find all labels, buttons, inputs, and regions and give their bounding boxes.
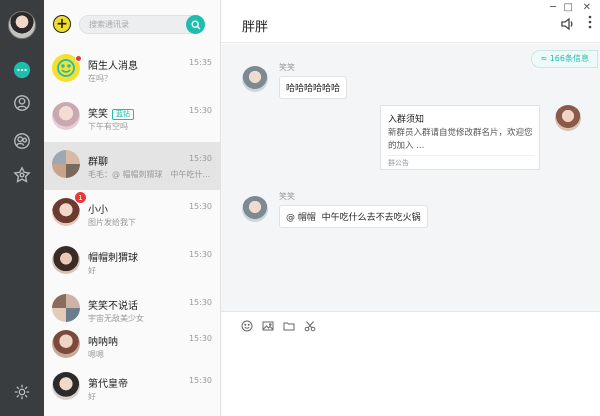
chat-panel: 胖胖 ─ □ ✕ ≈ 166条信息 笑笑 哈哈哈哈哈哈 入群须知 新群员入群请自… — [221, 0, 600, 416]
list-toolbar: + — [44, 0, 220, 46]
contact-name: 陌生人消息 — [88, 61, 138, 72]
sender-avatar[interactable] — [242, 196, 268, 222]
message-time: 15:35 — [188, 58, 212, 67]
list-item[interactable]: 陌生人消息 在吗？ 15:35 — [44, 46, 220, 94]
last-message: 图片发给我下 — [88, 218, 136, 227]
notice-title: 入群须知 — [388, 115, 425, 125]
message-time: 15:30 — [188, 334, 212, 343]
list-item[interactable]: 笑笑 蓝钻 下午有空吗 15:30 — [44, 94, 220, 142]
list-item[interactable]: 群聊 毛毛：@ 帽帽刺猬球 中午吃什... 15:30 — [44, 142, 220, 190]
vip-badge: 蓝钻 — [112, 109, 134, 120]
announcement-icon[interactable] — [561, 17, 574, 33]
contact-name: 笑笑不说话 — [88, 301, 138, 312]
contact-name: 笑笑 蓝钻 — [88, 105, 134, 120]
settings-flower-icon[interactable] — [12, 165, 32, 185]
more-icon[interactable] — [588, 15, 592, 32]
minimize-button[interactable]: ─ — [550, 3, 556, 13]
contact-name: 第代皇帝 — [88, 379, 128, 390]
sender-avatar[interactable] — [555, 105, 581, 131]
list-item[interactable]: 1 小小 图片发给我下 15:30 — [44, 190, 220, 238]
avatar — [52, 102, 80, 130]
chat-header: 胖胖 ─ □ ✕ — [221, 0, 600, 43]
group-avatar — [52, 150, 80, 178]
last-message: 嗯嗯 — [88, 350, 104, 359]
list-item[interactable]: 第代皇帝 好 15:30 — [44, 364, 220, 412]
unread-count-pill[interactable]: ≈ 166条信息 — [531, 50, 598, 68]
list-item[interactable]: 呐呐呐 嗯嗯 15:30 — [44, 322, 220, 370]
group-notice-card[interactable]: 入群须知 新群员入群请自觉修改群名片，欢迎您的加入 ... 群公告 — [380, 105, 540, 170]
add-button[interactable]: + — [53, 15, 71, 33]
gear-icon[interactable] — [12, 382, 32, 402]
compose-toolbar — [241, 320, 316, 332]
chat-icon[interactable] — [12, 60, 32, 80]
group-avatar — [52, 294, 80, 322]
message-bubble: 哈哈哈哈哈哈 — [279, 76, 348, 99]
double-up-icon: ≈ — [540, 54, 550, 63]
close-button[interactable]: ✕ — [583, 3, 591, 13]
contact-name: 小小 — [88, 205, 108, 216]
group-icon[interactable] — [12, 131, 32, 151]
message-text: 中午吃什么去不去吃火锅 — [321, 213, 421, 223]
maximize-button[interactable]: □ — [564, 3, 573, 13]
avatar — [52, 372, 80, 400]
sender-name: 笑笑 — [279, 63, 295, 72]
sender-avatar[interactable] — [242, 66, 268, 92]
list-item[interactable]: 帽帽刺猬球 好 15:30 — [44, 238, 220, 286]
image-icon[interactable] — [262, 320, 274, 332]
message-time: 15:30 — [188, 298, 212, 307]
last-message: 毛毛：@ 帽帽刺猬球 中午吃什... — [88, 170, 211, 179]
message-time: 15:30 — [188, 376, 212, 385]
chat-title: 胖胖 — [242, 20, 269, 35]
search-input[interactable] — [80, 16, 180, 33]
contact-name-text: 笑笑 — [88, 109, 108, 120]
search-icon[interactable] — [186, 15, 205, 34]
message-time: 15:30 — [188, 250, 212, 259]
contact-name: 呐呐呐 — [88, 337, 118, 348]
mention[interactable]: @ 帽帽 — [286, 213, 316, 223]
notice-body: 新群员入群请自觉修改群名片，欢迎您的加入 ... — [388, 128, 533, 151]
unread-dot — [75, 55, 82, 62]
message-input[interactable] — [221, 340, 600, 416]
message-time: 15:30 — [188, 154, 212, 163]
contact-name: 群聊 — [88, 157, 108, 168]
last-message: 在吗？ — [88, 74, 112, 83]
avatar — [52, 198, 80, 226]
last-message: 好 — [88, 266, 96, 275]
contact-name: 帽帽刺猬球 — [88, 253, 138, 264]
message-time: 15:30 — [188, 202, 212, 211]
last-message: 好 — [88, 392, 96, 401]
scissors-icon[interactable] — [304, 320, 316, 332]
last-message: 下午有空吗 — [88, 122, 128, 131]
avatar — [52, 330, 80, 358]
my-avatar[interactable] — [8, 11, 36, 39]
folder-icon[interactable] — [283, 320, 295, 332]
contacts-icon[interactable] — [12, 93, 32, 113]
message-bubble: @ 帽帽 中午吃什么去不去吃火锅 — [279, 205, 428, 228]
avatar — [52, 246, 80, 274]
sender-name: 笑笑 — [279, 192, 295, 201]
contact-list-panel: + 陌生人消息 在吗？ 15:35 笑笑蓝钻 下午有空吗 15:30 群聊 毛毛… — [44, 0, 221, 416]
unread-count: 166条信息 — [549, 54, 589, 63]
message-area[interactable]: ≈ 166条信息 笑笑 哈哈哈哈哈哈 入群须知 新群员入群请自觉修改群名片，欢迎… — [221, 44, 600, 312]
notice-footer: 群公告 — [388, 155, 534, 168]
emoji-icon[interactable] — [241, 320, 253, 332]
search-box — [79, 15, 205, 34]
unread-badge: 1 — [75, 192, 86, 203]
left-rail — [0, 0, 44, 416]
message-time: 15:30 — [188, 106, 212, 115]
